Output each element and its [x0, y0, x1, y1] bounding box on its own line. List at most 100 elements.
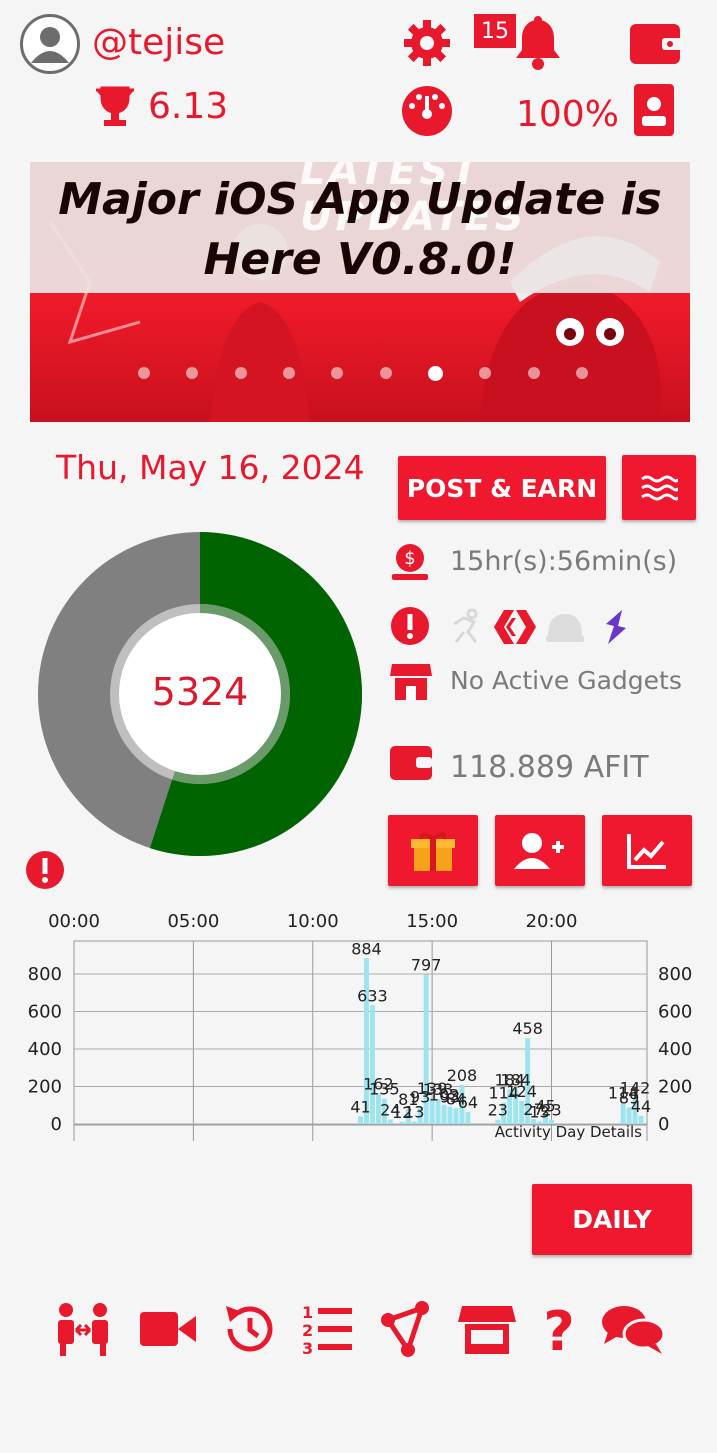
steps-donut-chart: 5324 — [36, 530, 366, 864]
gift-icon — [411, 831, 455, 871]
carousel-dot[interactable] — [234, 367, 247, 379]
steps-count: 5324 — [151, 670, 249, 714]
timer-text: 15hr(s):56min(s) — [450, 546, 678, 577]
svg-text:2: 2 — [302, 1321, 313, 1340]
carousel-dot[interactable] — [479, 367, 492, 379]
carousel-dot[interactable] — [331, 367, 344, 379]
trophy-icon — [92, 86, 138, 132]
bar-value-label: 124 — [506, 1082, 537, 1101]
banner-title-line1: Major iOS App Update is — [58, 174, 662, 225]
chat-icon[interactable] — [600, 1300, 666, 1358]
add-user-icon — [514, 832, 564, 869]
chart-bar — [399, 1121, 405, 1124]
carousel-dot[interactable] — [186, 367, 199, 379]
hive-icon — [494, 608, 536, 650]
y-tick-label-right: 0 — [658, 1114, 669, 1135]
carousel-dot[interactable] — [575, 367, 588, 379]
leaderboard-list-icon[interactable]: 123 — [300, 1300, 358, 1358]
carousel-dot[interactable] — [138, 367, 150, 379]
speedometer-icon[interactable] — [400, 84, 454, 142]
balance-text: 118.889 AFIT — [450, 750, 649, 785]
bar-value-label: 797 — [411, 956, 442, 975]
shop-icon[interactable] — [458, 1300, 516, 1358]
bar-value-label: 64 — [458, 1093, 478, 1112]
y-tick-label-right: 200 — [658, 1077, 692, 1098]
current-date: Thu, May 16, 2024 — [56, 448, 365, 487]
bar-value-label: 208 — [447, 1066, 478, 1085]
carousel-dot[interactable] — [427, 366, 443, 381]
challenge-icon[interactable] — [54, 1300, 112, 1358]
running-icon — [446, 608, 486, 650]
y-tick-label-right: 400 — [658, 1039, 692, 1060]
x-tick-label: 15:00 — [406, 911, 458, 932]
store-icon[interactable] — [390, 660, 432, 706]
svg-text:$: $ — [404, 548, 415, 569]
add-friend-button[interactable] — [495, 815, 585, 886]
chart-bar — [358, 1116, 363, 1124]
bar-value-label: 135 — [369, 1080, 400, 1099]
notification-badge: 15 — [474, 14, 516, 48]
carousel-dot[interactable] — [282, 367, 295, 379]
line-chart-icon — [627, 833, 666, 869]
carousel-indicator[interactable] — [138, 366, 588, 381]
bar-value-label: 23 — [488, 1101, 508, 1120]
bar-value-label: 884 — [351, 939, 382, 958]
bar-value-label: 633 — [357, 986, 388, 1005]
history-icon[interactable] — [220, 1300, 278, 1358]
help-icon[interactable]: ? — [530, 1300, 588, 1363]
stats-button[interactable] — [602, 815, 692, 886]
bar-value-label: 458 — [512, 1019, 543, 1038]
gadget-icon — [600, 608, 630, 650]
bar-value-label: 41 — [350, 1097, 370, 1116]
y-tick-label-left: 800 — [28, 964, 62, 985]
score-value: 6.13 — [148, 86, 229, 127]
x-tick-label: 00:00 — [48, 911, 100, 932]
chart-bar — [465, 1112, 471, 1124]
id-card-icon[interactable] — [634, 84, 674, 140]
post-earn-button[interactable]: POST & EARN — [398, 456, 606, 520]
carousel-dot[interactable] — [379, 367, 392, 379]
bell-icon[interactable] — [512, 16, 564, 76]
chart-bar — [447, 1106, 453, 1124]
avatar[interactable] — [20, 14, 80, 74]
bar-value-label: 44 — [631, 1097, 651, 1116]
video-icon[interactable] — [138, 1300, 196, 1358]
activity-chart[interactable]: 00:00 05:00 10:00 15:00 20:00 0 0 200 200 400 400 6… — [0, 905, 717, 1155]
banner-title: Major iOS App Update is Here V0.8.0! — [30, 170, 690, 290]
chart-bar — [411, 1121, 417, 1124]
y-tick-label-left: 200 — [28, 1077, 62, 1098]
x-tick-label: 10:00 — [287, 911, 339, 932]
svg-text:3: 3 — [302, 1339, 313, 1358]
user-icon — [31, 27, 69, 63]
x-tick-label: 20:00 — [526, 911, 578, 932]
svg-text:1: 1 — [302, 1303, 313, 1322]
share-icon[interactable] — [378, 1300, 436, 1358]
menu-button[interactable] — [622, 455, 696, 520]
chart-alert-icon[interactable] — [25, 850, 65, 894]
y-tick-label-right: 800 — [658, 964, 692, 985]
y-tick-label-right: 600 — [658, 1002, 692, 1023]
wallet-icon[interactable] — [628, 20, 682, 70]
gift-button[interactable] — [388, 815, 478, 886]
banner-headline-panel: LATEST UPDATES Major iOS App Update is H… — [30, 162, 690, 293]
username: @tejise — [92, 22, 226, 63]
carousel-dot[interactable] — [527, 367, 540, 379]
svg-text:?: ? — [543, 1300, 574, 1358]
balance-wallet-icon — [390, 744, 432, 786]
y-tick-label-left: 600 — [28, 1002, 62, 1023]
waves-icon — [641, 475, 678, 500]
gear-icon[interactable] — [402, 18, 452, 72]
battery-percent: 100% — [516, 94, 619, 135]
gadgets-status: No Active Gadgets — [450, 666, 682, 695]
news-banner[interactable]: LATEST UPDATES Major iOS App Update is H… — [30, 162, 690, 422]
x-tick-label: 05:00 — [167, 911, 219, 932]
alert-icon[interactable] — [390, 606, 430, 650]
y-tick-label-left: 0 — [51, 1114, 62, 1135]
bar-value-label: 142 — [620, 1078, 651, 1097]
chart-annotation[interactable]: Activity Day Details — [495, 1123, 642, 1141]
bar-value-label: 23 — [541, 1101, 561, 1120]
chart-bar — [369, 1005, 375, 1124]
daily-button[interactable]: DAILY — [532, 1184, 692, 1255]
banner-title-line2: Here V0.8.0! — [203, 234, 517, 285]
timer-icon: $ — [390, 542, 430, 586]
